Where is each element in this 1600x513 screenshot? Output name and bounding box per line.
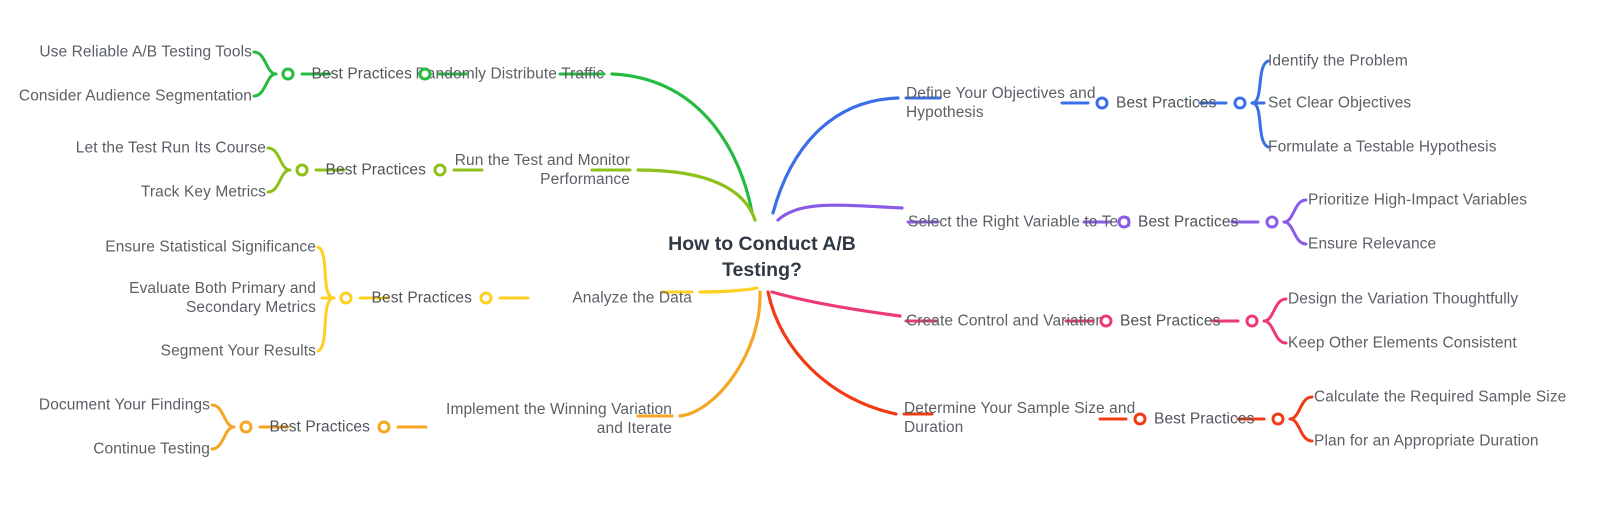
leaf-create-control-and-variation-0[interactable]: Design the Variation Thoughtfully xyxy=(1288,290,1518,309)
leaf-run-the-test-and-monitor-performance-1[interactable]: Track Key Metrics xyxy=(141,183,266,202)
branch-topic-create-control-and-variation[interactable]: Create Control and Variation xyxy=(906,312,1104,331)
branch-node-run-the-test-and-monitor-performance[interactable] xyxy=(433,163,447,177)
subtopic-node-define-your-objectives-and-hypothesis[interactable] xyxy=(1233,96,1247,110)
connector-line xyxy=(766,290,898,416)
subtopic-node-run-the-test-and-monitor-performance[interactable] xyxy=(295,163,309,177)
branch-node-analyze-the-data[interactable] xyxy=(479,291,493,305)
connector-line xyxy=(252,50,278,98)
leaf-define-your-objectives-and-hypothesis-1[interactable]: Set Clear Objectives xyxy=(1268,94,1411,113)
branch-node-implement-the-winning-variation-and-iterate[interactable] xyxy=(377,420,391,434)
leaf-select-the-right-variable-to-test-1[interactable]: Ensure Relevance xyxy=(1308,235,1436,254)
connector-line xyxy=(210,403,236,451)
branch-subtopic-define-your-objectives-and-hypothesis[interactable]: Best Practices xyxy=(1116,94,1216,113)
branch-node-determine-your-sample-size-and-duration[interactable] xyxy=(1133,412,1147,426)
connector-line xyxy=(316,245,336,353)
leaf-randomly-distribute-traffic-1[interactable]: Consider Audience Segmentation xyxy=(19,87,252,106)
connector-line xyxy=(698,286,759,294)
branch-node-create-control-and-variation[interactable] xyxy=(1099,314,1113,328)
leaf-implement-the-winning-variation-and-iterate-1[interactable]: Continue Testing xyxy=(93,440,210,459)
connector-line xyxy=(636,168,757,222)
branch-topic-implement-the-winning-variation-and-iterate[interactable]: Implement the Winning Variation and Iter… xyxy=(446,400,672,438)
connector-line xyxy=(1250,59,1270,149)
branch-subtopic-create-control-and-variation[interactable]: Best Practices xyxy=(1120,312,1220,331)
leaf-analyze-the-data-0[interactable]: Ensure Statistical Significance xyxy=(105,238,316,257)
center-topic[interactable]: How to Conduct A/B Testing? xyxy=(668,231,856,283)
mindmap-canvas: Randomly Distribute Traffic Best Practice… xyxy=(0,0,1600,513)
connector-line xyxy=(771,96,900,215)
connector-line xyxy=(1282,198,1308,246)
branch-subtopic-select-the-right-variable-to-test[interactable]: Best Practices xyxy=(1138,213,1238,232)
branch-topic-run-the-test-and-monitor-performance[interactable]: Run the Test and Monitor Performance xyxy=(455,151,630,189)
branch-subtopic-randomly-distribute-traffic[interactable]: Best Practices xyxy=(312,65,412,84)
leaf-create-control-and-variation-1[interactable]: Keep Other Elements Consistent xyxy=(1288,334,1517,353)
leaf-define-your-objectives-and-hypothesis-2[interactable]: Formulate a Testable Hypothesis xyxy=(1268,138,1497,157)
leaf-analyze-the-data-2[interactable]: Segment Your Results xyxy=(161,342,316,361)
branch-topic-define-your-objectives-and-hypothesis[interactable]: Define Your Objectives and Hypothesis xyxy=(906,84,1096,122)
connector-line xyxy=(770,290,902,318)
branch-topic-analyze-the-data[interactable]: Analyze the Data xyxy=(572,289,692,308)
branch-node-define-your-objectives-and-hypothesis[interactable] xyxy=(1095,96,1109,110)
subtopic-node-implement-the-winning-variation-and-iterate[interactable] xyxy=(239,420,253,434)
subtopic-node-select-the-right-variable-to-test[interactable] xyxy=(1265,215,1279,229)
branch-topic-select-the-right-variable-to-test[interactable]: Select the Right Variable to Test xyxy=(908,213,1130,232)
leaf-define-your-objectives-and-hypothesis-0[interactable]: Identify the Problem xyxy=(1268,52,1408,71)
leaf-analyze-the-data-1[interactable]: Evaluate Both Primary and Secondary Metr… xyxy=(129,279,316,317)
subtopic-node-create-control-and-variation[interactable] xyxy=(1245,314,1259,328)
connector-line xyxy=(776,203,904,222)
leaf-determine-your-sample-size-and-duration-0[interactable]: Calculate the Required Sample Size xyxy=(1314,388,1566,407)
branch-node-randomly-distribute-traffic[interactable] xyxy=(418,67,432,81)
connector-line xyxy=(1262,297,1288,345)
branch-subtopic-analyze-the-data[interactable]: Best Practices xyxy=(372,289,472,308)
branch-topic-determine-your-sample-size-and-duration[interactable]: Determine Your Sample Size and Duration xyxy=(904,399,1135,437)
subtopic-node-randomly-distribute-traffic[interactable] xyxy=(281,67,295,81)
branch-subtopic-implement-the-winning-variation-and-iterate[interactable]: Best Practices xyxy=(270,418,370,437)
leaf-implement-the-winning-variation-and-iterate-0[interactable]: Document Your Findings xyxy=(39,396,210,415)
leaf-randomly-distribute-traffic-0[interactable]: Use Reliable A/B Testing Tools xyxy=(39,43,252,62)
subtopic-node-analyze-the-data[interactable] xyxy=(339,291,353,305)
leaf-run-the-test-and-monitor-performance-0[interactable]: Let the Test Run Its Course xyxy=(76,139,266,158)
branch-subtopic-determine-your-sample-size-and-duration[interactable]: Best Practices xyxy=(1154,410,1254,429)
connector-line xyxy=(266,146,292,194)
branch-subtopic-run-the-test-and-monitor-performance[interactable]: Best Practices xyxy=(326,161,426,180)
connector-line xyxy=(678,290,762,418)
branch-node-select-the-right-variable-to-test[interactable] xyxy=(1117,215,1131,229)
subtopic-node-determine-your-sample-size-and-duration[interactable] xyxy=(1271,412,1285,426)
leaf-select-the-right-variable-to-test-0[interactable]: Prioritize High-Impact Variables xyxy=(1308,191,1527,210)
branch-topic-randomly-distribute-traffic[interactable]: Randomly Distribute Traffic xyxy=(416,65,604,84)
leaf-determine-your-sample-size-and-duration-1[interactable]: Plan for an Appropriate Duration xyxy=(1314,432,1539,451)
connector-line xyxy=(1288,395,1314,443)
connector-line xyxy=(610,72,754,214)
